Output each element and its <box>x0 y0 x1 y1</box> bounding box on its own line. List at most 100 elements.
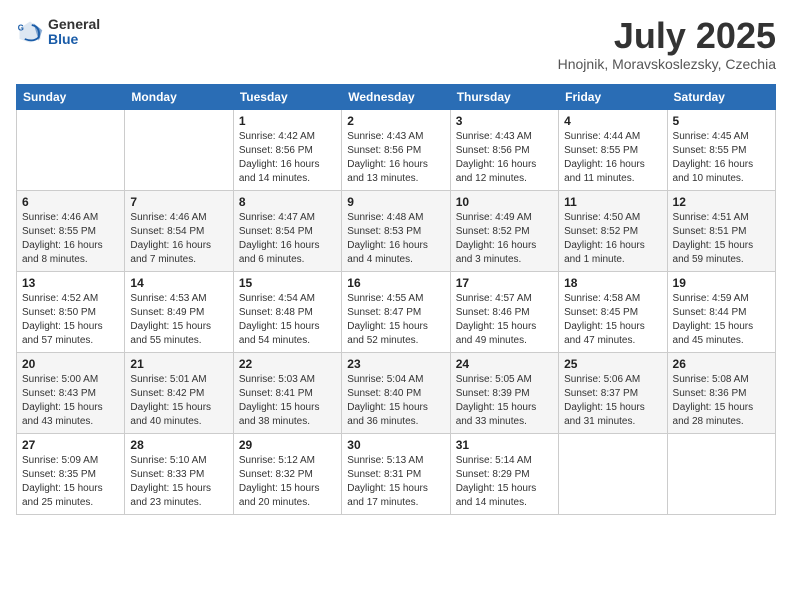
calendar-cell: 18 Sunrise: 4:58 AM Sunset: 8:45 PM Dayli… <box>559 271 667 352</box>
calendar-cell <box>559 433 667 514</box>
logo-icon: G <box>16 18 44 46</box>
day-number: 21 <box>130 357 227 371</box>
calendar-cell: 22 Sunrise: 5:03 AM Sunset: 8:41 PM Dayli… <box>233 352 341 433</box>
logo-blue: Blue <box>48 31 100 48</box>
day-number: 25 <box>564 357 661 371</box>
day-info: Sunrise: 4:54 AM Sunset: 8:48 PM Dayligh… <box>239 292 336 348</box>
calendar-week-row: 20 Sunrise: 5:00 AM Sunset: 8:43 PM Dayli… <box>17 352 776 433</box>
calendar-cell: 31 Sunrise: 5:14 AM Sunset: 8:29 PM Dayli… <box>450 433 558 514</box>
calendar-week-row: 27 Sunrise: 5:09 AM Sunset: 8:35 PM Dayli… <box>17 433 776 514</box>
day-info: Sunrise: 4:44 AM Sunset: 8:55 PM Dayligh… <box>564 130 661 186</box>
day-info: Sunrise: 5:03 AM Sunset: 8:41 PM Dayligh… <box>239 373 336 429</box>
day-info: Sunrise: 5:05 AM Sunset: 8:39 PM Dayligh… <box>456 373 553 429</box>
calendar-cell: 28 Sunrise: 5:10 AM Sunset: 8:33 PM Dayli… <box>125 433 233 514</box>
day-number: 22 <box>239 357 336 371</box>
day-info: Sunrise: 4:58 AM Sunset: 8:45 PM Dayligh… <box>564 292 661 348</box>
weekday-header: Saturday <box>667 84 775 109</box>
logo: G General Blue <box>16 16 100 48</box>
day-number: 31 <box>456 438 553 452</box>
day-info: Sunrise: 5:04 AM Sunset: 8:40 PM Dayligh… <box>347 373 444 429</box>
day-number: 10 <box>456 195 553 209</box>
day-number: 18 <box>564 276 661 290</box>
day-number: 13 <box>22 276 119 290</box>
day-number: 19 <box>673 276 770 290</box>
weekday-header: Sunday <box>17 84 125 109</box>
day-info: Sunrise: 4:53 AM Sunset: 8:49 PM Dayligh… <box>130 292 227 348</box>
calendar-cell: 14Sunrise: 4:53 AM Sunset: 8:49 PM Dayli… <box>125 271 233 352</box>
calendar-cell: 24 Sunrise: 5:05 AM Sunset: 8:39 PM Dayli… <box>450 352 558 433</box>
calendar-cell: 12 Sunrise: 4:51 AM Sunset: 8:51 PM Dayli… <box>667 190 775 271</box>
day-number: 30 <box>347 438 444 452</box>
calendar-cell: 27 Sunrise: 5:09 AM Sunset: 8:35 PM Dayli… <box>17 433 125 514</box>
day-number: 24 <box>456 357 553 371</box>
calendar-table: SundayMondayTuesdayWednesdayThursdayFrid… <box>16 84 776 515</box>
calendar-cell: 9 Sunrise: 4:48 AM Sunset: 8:53 PM Daylig… <box>342 190 450 271</box>
day-info: Sunrise: 5:01 AM Sunset: 8:42 PM Dayligh… <box>130 373 227 429</box>
day-number: 11 <box>564 195 661 209</box>
day-info: Sunrise: 4:55 AM Sunset: 8:47 PM Dayligh… <box>347 292 444 348</box>
day-number: 12 <box>673 195 770 209</box>
day-info: Sunrise: 4:49 AM Sunset: 8:52 PM Dayligh… <box>456 211 553 267</box>
calendar-cell: 4 Sunrise: 4:44 AM Sunset: 8:55 PM Daylig… <box>559 109 667 190</box>
day-number: 28 <box>130 438 227 452</box>
day-info: Sunrise: 4:45 AM Sunset: 8:55 PM Dayligh… <box>673 130 770 186</box>
calendar-cell: 30 Sunrise: 5:13 AM Sunset: 8:31 PM Dayli… <box>342 433 450 514</box>
day-number: 20 <box>22 357 119 371</box>
day-info: Sunrise: 5:00 AM Sunset: 8:43 PM Dayligh… <box>22 373 119 429</box>
calendar-cell: 8Sunrise: 4:47 AM Sunset: 8:54 PM Daylig… <box>233 190 341 271</box>
weekday-header: Thursday <box>450 84 558 109</box>
day-info: Sunrise: 4:48 AM Sunset: 8:53 PM Dayligh… <box>347 211 444 267</box>
day-info: Sunrise: 5:09 AM Sunset: 8:35 PM Dayligh… <box>22 454 119 510</box>
day-info: Sunrise: 5:10 AM Sunset: 8:33 PM Dayligh… <box>130 454 227 510</box>
day-info: Sunrise: 4:59 AM Sunset: 8:44 PM Dayligh… <box>673 292 770 348</box>
calendar-week-row: 13 Sunrise: 4:52 AM Sunset: 8:50 PM Dayli… <box>17 271 776 352</box>
day-number: 4 <box>564 114 661 128</box>
day-number: 5 <box>673 114 770 128</box>
day-info: Sunrise: 4:43 AM Sunset: 8:56 PM Dayligh… <box>456 130 553 186</box>
calendar-cell: 7 Sunrise: 4:46 AM Sunset: 8:54 PM Daylig… <box>125 190 233 271</box>
day-number: 2 <box>347 114 444 128</box>
calendar-cell <box>125 109 233 190</box>
day-number: 3 <box>456 114 553 128</box>
calendar-cell: 17Sunrise: 4:57 AM Sunset: 8:46 PM Dayli… <box>450 271 558 352</box>
calendar-cell: 13 Sunrise: 4:52 AM Sunset: 8:50 PM Dayli… <box>17 271 125 352</box>
calendar-cell: 15Sunrise: 4:54 AM Sunset: 8:48 PM Dayli… <box>233 271 341 352</box>
calendar-cell: 1Sunrise: 4:42 AM Sunset: 8:56 PM Daylig… <box>233 109 341 190</box>
day-number: 23 <box>347 357 444 371</box>
calendar-cell: 6Sunrise: 4:46 AM Sunset: 8:55 PM Daylig… <box>17 190 125 271</box>
weekday-header: Wednesday <box>342 84 450 109</box>
day-number: 7 <box>130 195 227 209</box>
day-info: Sunrise: 5:06 AM Sunset: 8:37 PM Dayligh… <box>564 373 661 429</box>
calendar-cell: 5 Sunrise: 4:45 AM Sunset: 8:55 PM Daylig… <box>667 109 775 190</box>
day-number: 17 <box>456 276 553 290</box>
calendar-cell: 2 Sunrise: 4:43 AM Sunset: 8:56 PM Daylig… <box>342 109 450 190</box>
page-header: G General Blue July 2025 Hnojnik, Moravs… <box>16 16 776 72</box>
calendar-week-row: 6Sunrise: 4:46 AM Sunset: 8:55 PM Daylig… <box>17 190 776 271</box>
day-info: Sunrise: 4:51 AM Sunset: 8:51 PM Dayligh… <box>673 211 770 267</box>
weekday-header: Tuesday <box>233 84 341 109</box>
calendar-cell <box>17 109 125 190</box>
day-info: Sunrise: 5:14 AM Sunset: 8:29 PM Dayligh… <box>456 454 553 510</box>
day-number: 6 <box>22 195 119 209</box>
svg-text:G: G <box>18 23 24 32</box>
calendar-cell: 3 Sunrise: 4:43 AM Sunset: 8:56 PM Daylig… <box>450 109 558 190</box>
title-block: July 2025 Hnojnik, Moravskoslezsky, Czec… <box>558 16 776 72</box>
day-info: Sunrise: 5:08 AM Sunset: 8:36 PM Dayligh… <box>673 373 770 429</box>
month-title: July 2025 <box>558 16 776 56</box>
day-info: Sunrise: 4:42 AM Sunset: 8:56 PM Dayligh… <box>239 130 336 186</box>
calendar-cell: 20 Sunrise: 5:00 AM Sunset: 8:43 PM Dayli… <box>17 352 125 433</box>
day-info: Sunrise: 4:47 AM Sunset: 8:54 PM Dayligh… <box>239 211 336 267</box>
day-info: Sunrise: 4:43 AM Sunset: 8:56 PM Dayligh… <box>347 130 444 186</box>
calendar-cell: 23 Sunrise: 5:04 AM Sunset: 8:40 PM Dayli… <box>342 352 450 433</box>
weekday-header-row: SundayMondayTuesdayWednesdayThursdayFrid… <box>17 84 776 109</box>
day-info: Sunrise: 5:12 AM Sunset: 8:32 PM Dayligh… <box>239 454 336 510</box>
calendar-cell: 29Sunrise: 5:12 AM Sunset: 8:32 PM Dayli… <box>233 433 341 514</box>
day-number: 9 <box>347 195 444 209</box>
day-info: Sunrise: 4:46 AM Sunset: 8:54 PM Dayligh… <box>130 211 227 267</box>
day-info: Sunrise: 5:13 AM Sunset: 8:31 PM Dayligh… <box>347 454 444 510</box>
calendar-cell: 21 Sunrise: 5:01 AM Sunset: 8:42 PM Dayli… <box>125 352 233 433</box>
day-info: Sunrise: 4:52 AM Sunset: 8:50 PM Dayligh… <box>22 292 119 348</box>
calendar-cell: 11Sunrise: 4:50 AM Sunset: 8:52 PM Dayli… <box>559 190 667 271</box>
day-number: 27 <box>22 438 119 452</box>
day-number: 26 <box>673 357 770 371</box>
